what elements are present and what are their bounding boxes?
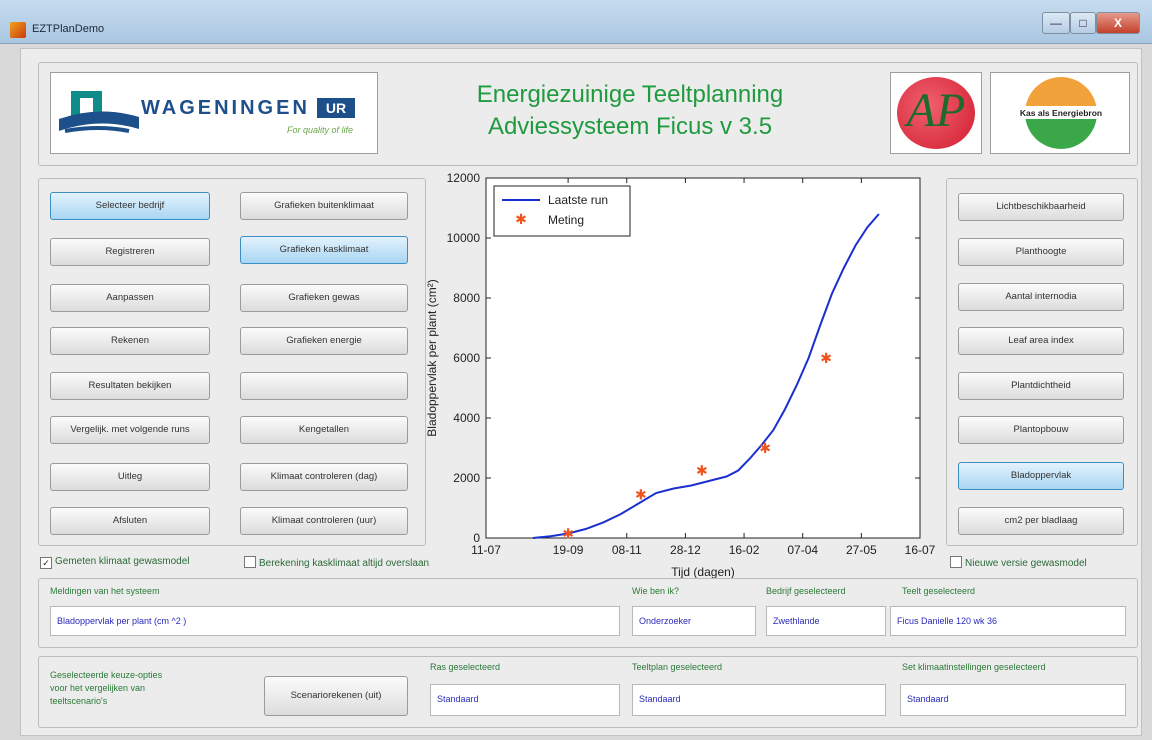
y-axis-label: Bladoppervlak per plant (cm²) — [425, 279, 439, 436]
keuze-opties-label-3: teeltscenario's — [50, 696, 108, 706]
x-tick-label: 08-11 — [612, 543, 642, 557]
kas-wordmark: Kas als Energiebron — [1019, 108, 1103, 118]
meting-point: ✱ — [696, 463, 708, 479]
bedrijf-geselecteerd-label: Bedrijf geselecteerd — [766, 586, 846, 596]
bladoppervlak-button[interactable]: Bladoppervlak — [958, 462, 1124, 490]
leaf-area-index-button[interactable]: Leaf area index — [958, 327, 1124, 355]
klimaatinstellingen-label: Set klimaatinstellingen geselecteerd — [902, 662, 1046, 672]
planthoogte-button[interactable]: Planthoogte — [958, 238, 1124, 266]
teeltplan-geselecteerd-field: Standaard — [632, 684, 886, 716]
legend-label-meting: Meting — [548, 213, 584, 227]
x-tick-label: 11-07 — [471, 543, 501, 557]
y-tick-label: 4000 — [453, 411, 480, 425]
plantopbouw-button[interactable]: Plantopbouw — [958, 416, 1124, 444]
teelt-geselecteerd-field: Ficus Danielle 120 wk 36 — [890, 606, 1126, 636]
nieuwe-versie-checkbox[interactable]: Nieuwe versie gewasmodel — [950, 556, 1087, 569]
x-tick-label: 07-04 — [787, 543, 818, 557]
y-tick-label: 12000 — [447, 171, 481, 185]
y-tick-label: 8000 — [453, 291, 480, 305]
grafieken-gewas-button[interactable]: Grafieken gewas — [240, 284, 408, 312]
wageningen-emblem-icon — [59, 91, 139, 133]
keuze-opties-label-1: Geselecteerde keuze-opties — [50, 670, 163, 680]
klimaat-controleren-dag-button[interactable]: Klimaat controleren (dag) — [240, 463, 408, 491]
gemeten-klimaat-checkbox[interactable]: ✓ Gemeten klimaat gewasmodel — [40, 556, 190, 569]
x-tick-label: 27-05 — [846, 543, 877, 557]
meldingen-field: Bladoppervlak per plant (cm ^2 ) — [50, 606, 620, 636]
vergelijk-runs-button[interactable]: Vergelijk. met volgende runs — [50, 416, 210, 444]
x-axis-label: Tijd (dagen) — [671, 565, 735, 579]
grafieken-buitenklimaat-button[interactable]: Grafieken buitenklimaat — [240, 192, 408, 220]
legend-label-laatste-run: Laatste run — [548, 193, 608, 207]
berekening-kasklimaat-label: Berekening kasklimaat altijd overslaan — [259, 558, 430, 569]
klimaatinstellingen-field: Standaard — [900, 684, 1126, 716]
meting-point: ✱ — [635, 487, 647, 503]
grafieken-kasklimaat-button[interactable]: Grafieken kasklimaat — [240, 236, 408, 264]
teeltplan-geselecteerd-label: Teeltplan geselecteerd — [632, 662, 723, 672]
uitleg-button[interactable]: Uitleg — [50, 463, 210, 491]
meldingen-label: Meldingen van het systeem — [50, 586, 160, 596]
window-titlebar — [0, 0, 1152, 44]
x-tick-label: 19-09 — [553, 543, 584, 557]
wie-ben-ik-field: Onderzoeker — [632, 606, 756, 636]
ur-badge: UR — [317, 98, 355, 118]
ras-geselecteerd-field: Standaard — [430, 684, 620, 716]
wageningen-tagline: For quality of life — [287, 125, 354, 135]
x-tick-label: 28-12 — [670, 543, 701, 557]
meting-point: ✱ — [759, 440, 771, 456]
resultaten-bekijken-button[interactable]: Resultaten bekijken — [50, 372, 210, 400]
ap-logo: AP — [890, 72, 982, 154]
wie-ben-ik-label: Wie ben ik? — [632, 586, 680, 596]
grafieken-energie-button[interactable]: Grafieken energie — [240, 327, 408, 355]
berekening-kasklimaat-checkbox[interactable]: Berekening kasklimaat altijd overslaan — [244, 556, 429, 569]
chart-legend: Laatste run ✱ Meting — [493, 185, 631, 237]
app-title-line2: Adviessysteem Ficus v 3.5 — [487, 113, 773, 140]
checkbox-empty-icon — [950, 556, 962, 568]
selecteer-bedrijf-button[interactable]: Selecteer bedrijf — [50, 192, 210, 220]
bedrijf-geselecteerd-field: Zwethlande — [766, 606, 886, 636]
klimaat-controleren-uur-button[interactable]: Klimaat controleren (uur) — [240, 507, 408, 535]
wageningen-logo: WAGENINGEN UR For quality of life — [50, 72, 378, 154]
scenariorekenen-button[interactable]: Scenariorekenen (uit) — [264, 676, 408, 716]
app-title-line1: Energiezuinige Teeltplanning — [476, 81, 784, 108]
app-icon — [10, 22, 26, 38]
aantal-internodia-button[interactable]: Aantal internodia — [958, 283, 1124, 311]
wageningen-wordmark: WAGENINGEN — [141, 97, 310, 119]
cm2-per-bladlaag-button[interactable]: cm2 per bladlaag — [958, 507, 1124, 535]
nieuwe-versie-label: Nieuwe versie gewasmodel — [965, 558, 1087, 569]
plantdichtheid-button[interactable]: Plantdichtheid — [958, 372, 1124, 400]
y-tick-label: 6000 — [453, 351, 480, 365]
minimize-button[interactable]: — — [1042, 12, 1070, 34]
ap-letters: AP — [906, 84, 966, 137]
checkbox-check-icon: ✓ — [40, 557, 52, 569]
checkbox-empty-icon — [244, 556, 256, 568]
kengetallen-button[interactable]: Kengetallen — [240, 416, 408, 444]
registreren-button[interactable]: Registreren — [50, 238, 210, 266]
teelt-geselecteerd-label: Teelt geselecteerd — [902, 586, 976, 596]
y-tick-label: 10000 — [447, 231, 481, 245]
close-button[interactable]: X — [1096, 12, 1140, 34]
gemeten-klimaat-label: Gemeten klimaat gewasmodel — [55, 556, 190, 567]
x-tick-label: 16-07 — [905, 543, 936, 557]
meting-point: ✱ — [562, 526, 574, 542]
right-button-panel — [946, 178, 1138, 546]
kas-logo: Kas als Energiebron — [990, 72, 1130, 154]
leaf-area-chart: 020004000600080001000012000 11-07 19-09 08… — [425, 171, 936, 579]
maximize-button[interactable]: □ — [1070, 12, 1096, 34]
window-title: EZTPlanDemo — [32, 23, 105, 35]
x-tick-label: 16-02 — [729, 543, 760, 557]
lichtbeschikbaarheid-button[interactable]: Lichtbeschikbaarheid — [958, 193, 1124, 221]
y-tick-label: 2000 — [453, 471, 480, 485]
empty-button[interactable] — [240, 372, 408, 400]
legend-marker-swatch: ✱ — [515, 211, 527, 227]
rekenen-button[interactable]: Rekenen — [50, 327, 210, 355]
afsluiten-button[interactable]: Afsluten — [50, 507, 210, 535]
meting-point: ✱ — [820, 350, 832, 366]
aanpassen-button[interactable]: Aanpassen — [50, 284, 210, 312]
ras-geselecteerd-label: Ras geselecteerd — [430, 662, 501, 672]
keuze-opties-label-2: voor het vergelijken van — [50, 683, 146, 693]
